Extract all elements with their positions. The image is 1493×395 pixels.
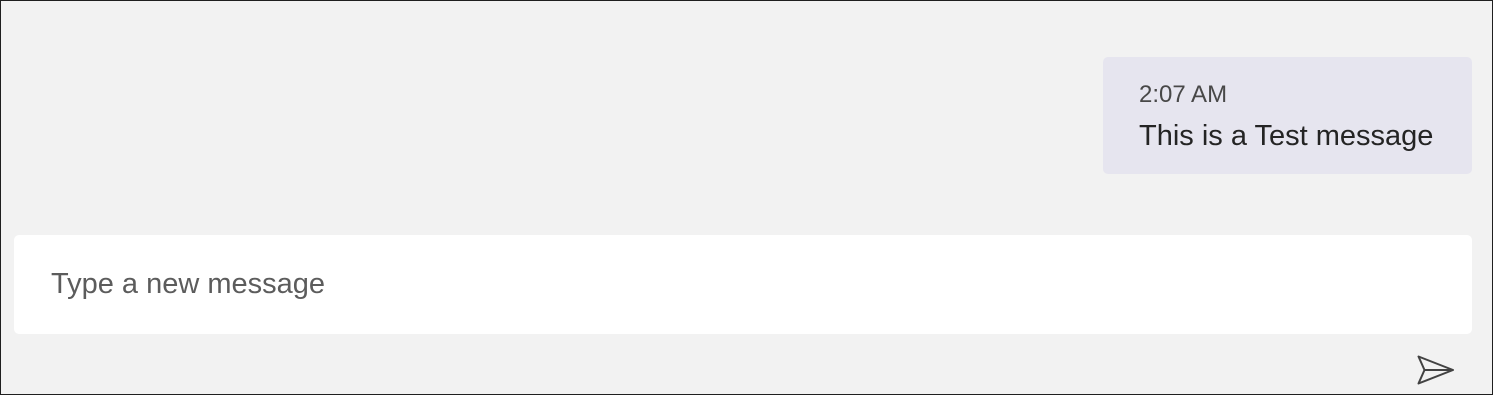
message-bubble: 2:07 AM This is a Test message bbox=[1103, 57, 1472, 174]
chat-window: 2:07 AM This is a Test message bbox=[0, 0, 1493, 395]
message-composer bbox=[14, 235, 1472, 334]
new-message-input[interactable] bbox=[14, 235, 1472, 334]
send-icon bbox=[1417, 355, 1454, 385]
send-button[interactable] bbox=[1413, 351, 1459, 389]
message-timestamp: 2:07 AM bbox=[1139, 81, 1228, 108]
message-text: This is a Test message bbox=[1139, 120, 1434, 152]
